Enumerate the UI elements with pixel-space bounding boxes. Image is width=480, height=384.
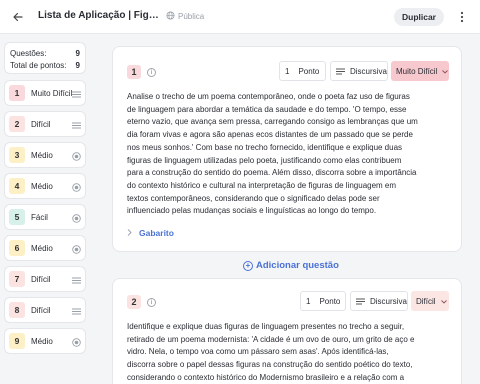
sidebar-question-item[interactable]: 1 Muito Difícil xyxy=(4,80,86,106)
sidebar-question-item[interactable]: 8 Difícil xyxy=(4,297,86,323)
sidebar-question-item[interactable]: 4 Médio xyxy=(4,173,86,199)
difficulty-select[interactable]: Muito Difícil xyxy=(391,61,449,81)
question-text[interactable]: Analise o trecho de um poema contemporân… xyxy=(127,91,419,218)
page-title: Lista de Aplicação | Figuras de Linguage… xyxy=(38,10,160,21)
chevron-down-icon xyxy=(442,67,449,76)
answer-key-toggle[interactable]: Gabarito xyxy=(127,228,174,238)
sidebar-question-difficulty: Médio xyxy=(31,181,53,191)
sidebar-question-number: 1 xyxy=(9,85,25,101)
more-options-icon[interactable] xyxy=(455,9,469,25)
add-question-button[interactable]: + Adicionar questão xyxy=(243,260,339,271)
visibility-label: Pública xyxy=(178,12,205,21)
sidebar-question-difficulty: Difícil xyxy=(31,274,51,284)
questions-count-row: Questões: 9 xyxy=(10,48,80,60)
sidebar-question-item[interactable]: 5 Fácil xyxy=(4,204,86,230)
points-field[interactable]: 1 Ponto xyxy=(279,61,326,81)
sidebar-question-difficulty: Médio xyxy=(31,336,53,346)
total-points-row: Total de pontos: 9 xyxy=(10,60,80,72)
sidebar-question-number: 9 xyxy=(9,333,25,349)
sidebar-question-item[interactable]: 9 Médio xyxy=(4,328,86,354)
points-label: Ponto xyxy=(319,296,341,306)
sidebar-question-difficulty: Difícil xyxy=(31,119,51,129)
sidebar-question-list: 1 Muito Difícil 2 Difícil 3 Médio 4 Médio 5 Fácil… xyxy=(4,80,86,354)
points-value: 1 xyxy=(306,296,311,306)
sidebar-question-item[interactable]: 2 Difícil xyxy=(4,111,86,137)
sidebar-question-number: 4 xyxy=(9,178,25,194)
lines-icon xyxy=(336,68,345,75)
sidebar-question-item[interactable]: 6 Médio xyxy=(4,235,86,261)
sidebar-question-difficulty: Fácil xyxy=(31,212,48,222)
sidebar-question-item[interactable]: 3 Médio xyxy=(4,142,86,168)
lines-icon xyxy=(71,306,81,316)
lines-icon xyxy=(356,298,365,305)
questions-count-value: 9 xyxy=(75,49,80,58)
question-sidebar: Questões: 9 Total de pontos: 9 1 Muito Di… xyxy=(4,42,86,359)
sidebar-question-number: 3 xyxy=(9,147,25,163)
globe-icon xyxy=(166,11,175,22)
points-label: Ponto xyxy=(298,66,320,76)
radio-icon xyxy=(71,213,81,223)
difficulty-select[interactable]: Difícil xyxy=(411,291,449,311)
back-arrow-icon[interactable] xyxy=(10,9,26,25)
sidebar-question-item[interactable]: 7 Difícil xyxy=(4,266,86,292)
question-type-select[interactable]: Discursiva xyxy=(350,291,408,311)
radio-icon xyxy=(71,151,81,161)
sidebar-question-number: 5 xyxy=(9,209,25,225)
lines-icon xyxy=(71,275,81,285)
question-card-2: 2 i 1 Ponto Discursiva Difícil Identifiq… xyxy=(112,278,462,384)
sidebar-question-difficulty: Muito Difícil xyxy=(31,88,73,98)
chevron-right-icon xyxy=(127,228,132,238)
add-question-label: Adicionar questão xyxy=(256,260,339,271)
question-number-badge: 2 xyxy=(127,295,141,309)
sidebar-question-difficulty: Médio xyxy=(31,150,53,160)
questions-count-label: Questões: xyxy=(10,49,47,58)
plus-icon: + xyxy=(243,260,253,271)
info-icon[interactable]: i xyxy=(147,298,156,307)
radio-icon xyxy=(71,337,81,347)
lines-icon xyxy=(71,89,81,99)
question-type-label: Discursiva xyxy=(370,296,407,306)
question-type-select[interactable]: Discursiva xyxy=(330,61,388,81)
question-text[interactable]: Identifique e explique duas figuras de l… xyxy=(127,321,419,384)
info-icon[interactable]: i xyxy=(147,68,156,77)
sidebar-question-number: 6 xyxy=(9,240,25,256)
sidebar-question-number: 8 xyxy=(9,302,25,318)
top-bar: Lista de Aplicação | Figuras de Linguage… xyxy=(0,0,480,34)
question-type-label: Discursiva xyxy=(350,66,387,76)
answer-key-label: Gabarito xyxy=(139,228,174,238)
radio-icon xyxy=(71,244,81,254)
summary-panel: Questões: 9 Total de pontos: 9 xyxy=(4,42,86,74)
chevron-down-icon xyxy=(440,297,447,306)
question-number-badge: 1 xyxy=(127,65,141,79)
total-points-label: Total de pontos: xyxy=(10,61,67,70)
sidebar-question-difficulty: Difícil xyxy=(31,305,51,315)
radio-icon xyxy=(71,182,81,192)
duplicate-button[interactable]: Duplicar xyxy=(394,8,444,26)
points-field[interactable]: 1 Ponto xyxy=(300,291,346,311)
visibility-status[interactable]: Pública xyxy=(166,11,204,22)
sidebar-question-number: 2 xyxy=(9,116,25,132)
difficulty-label: Difícil xyxy=(416,296,436,306)
points-value: 1 xyxy=(285,66,290,76)
sidebar-question-difficulty: Médio xyxy=(31,243,53,253)
lines-icon xyxy=(71,120,81,130)
total-points-value: 9 xyxy=(75,61,80,70)
sidebar-question-number: 7 xyxy=(9,271,25,287)
difficulty-label: Muito Difícil xyxy=(396,66,438,76)
question-card-1: 1 i 1 Ponto Discursiva Muito Difícil Ana… xyxy=(112,46,462,252)
